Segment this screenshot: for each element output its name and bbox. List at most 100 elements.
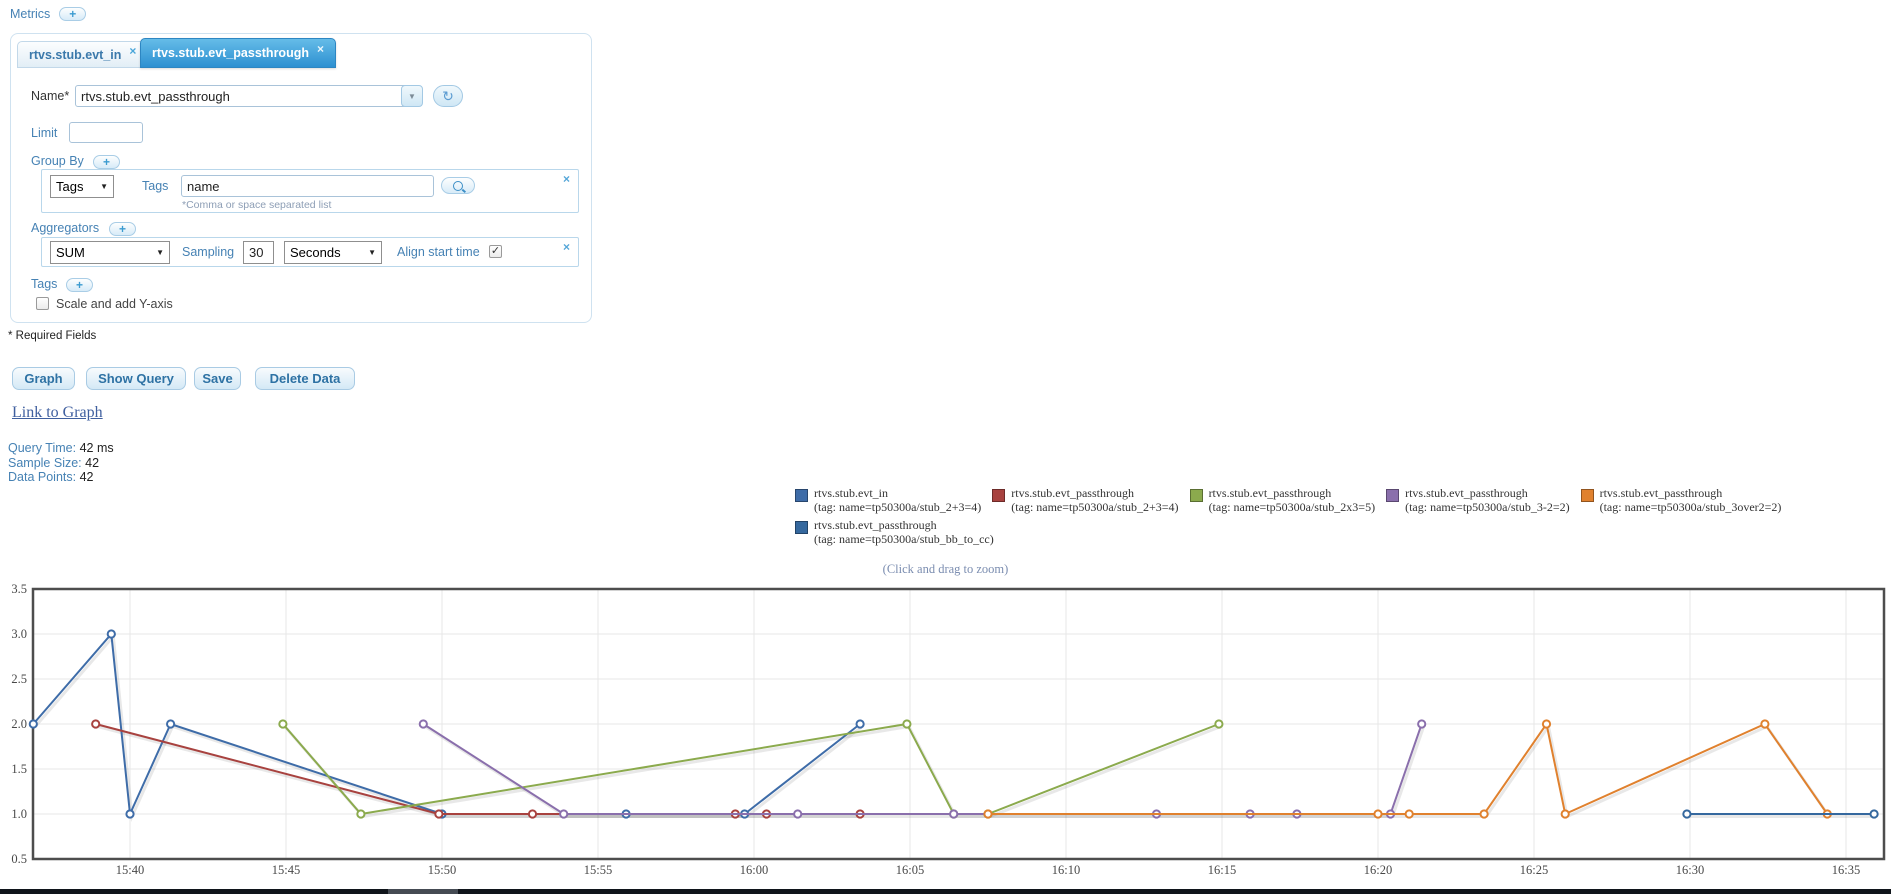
tag-search-button[interactable] (441, 177, 475, 194)
data-points-label: Data Points: (8, 470, 77, 484)
svg-text:3.5: 3.5 (11, 582, 27, 596)
svg-text:15:55: 15:55 (584, 863, 612, 877)
data-points-row: Data Points: 42 (8, 470, 114, 485)
sampling-unit-value: Seconds (290, 245, 341, 260)
sample-size-value: 42 (85, 455, 100, 470)
aggregator-fn-value: SUM (56, 245, 85, 260)
svg-text:15:50: 15:50 (428, 863, 456, 877)
svg-text:16:35: 16:35 (1832, 863, 1860, 877)
remove-aggregator-icon[interactable]: × (563, 241, 570, 253)
legend-swatch (1580, 489, 1594, 502)
group-by-type-value: Tags (56, 179, 84, 194)
svg-text:1.0: 1.0 (11, 807, 27, 821)
svg-text:16:00: 16:00 (740, 863, 768, 877)
sampling-value-input[interactable] (243, 241, 274, 264)
query-stats: Query Time: 42 ms Sample Size: 42 Data P… (8, 441, 114, 485)
query-time-value: 42 ms (79, 441, 114, 455)
legend-item: rtvs.stub.evt_passthrough (tag: name=tp50… (1189, 486, 1376, 514)
limit-label: Limit (31, 126, 58, 140)
metrics-header: Metrics + (10, 7, 87, 21)
svg-text:2.5: 2.5 (11, 672, 27, 686)
link-to-graph[interactable]: Link to Graph (12, 404, 103, 422)
zoom-hint: (Click and drag to zoom) (882, 562, 1009, 576)
group-by-row: Tags ▼ Tags × *Comma or space separated … (41, 169, 579, 213)
remove-group-by-icon[interactable]: × (563, 173, 570, 185)
sampling-label: Sampling (182, 245, 235, 259)
chart[interactable]: 15:40 15:45 15:50 15:55 16:00 16:05 16:10 16:15… (0, 580, 1891, 880)
svg-text:0.5: 0.5 (11, 852, 27, 866)
tab-evt-in[interactable]: rtvs.stub.evt_in × (17, 41, 149, 68)
search-icon (453, 180, 463, 191)
add-aggregator-button[interactable]: + (109, 222, 136, 236)
query-time-row: Query Time: 42 ms (8, 441, 114, 456)
sample-size-label: Sample Size: (8, 455, 82, 470)
tab-evt-passthrough-label: rtvs.stub.evt_passthrough (152, 46, 309, 60)
refresh-metric-button[interactable]: ↻ (433, 85, 463, 107)
sample-size-row: Sample Size: 42 (8, 456, 114, 471)
scale-y-axis-label: Scale and add Y-axis (56, 297, 173, 311)
svg-text:16:05: 16:05 (896, 863, 924, 877)
legend-swatch (795, 489, 808, 502)
legend-item: rtvs.stub.evt_passthrough (tag: name=tp50… (992, 486, 1179, 514)
legend-swatch (992, 489, 1006, 502)
select-arrow-icon: ▼ (100, 182, 108, 191)
group-by-label: Group By (31, 154, 84, 168)
group-by-tags-input[interactable] (181, 175, 434, 197)
show-query-button[interactable]: Show Query (86, 367, 186, 390)
align-start-time-label: Align start time (397, 245, 480, 259)
legend-series-label: rtvs.stub.evt_passthrough (tag: name=tp50… (1208, 486, 1376, 514)
legend-series-label: rtvs.stub.evt_passthrough (tag: name=tp50… (814, 518, 994, 546)
taskbar-edge (0, 889, 1891, 894)
metric-form-card: rtvs.stub.evt_in × rtvs.stub.evt_passthr… (10, 33, 592, 323)
chevron-down-icon: ▼ (408, 91, 416, 101)
delete-data-button[interactable]: Delete Data (255, 367, 355, 390)
metric-name-dropdown-button[interactable]: ▼ (401, 85, 423, 107)
legend-item: rtvs.stub.evt_passthrough (tag: name=tp50… (795, 518, 994, 546)
tab-evt-in-close-icon[interactable]: × (129, 44, 136, 58)
legend-series-label: rtvs.stub.evt_passthrough (tag: name=tp50… (1405, 486, 1570, 514)
legend-row: rtvs.stub.evt_passthrough (tag: name=tp50… (795, 518, 1792, 546)
svg-text:16:20: 16:20 (1364, 863, 1392, 877)
tab-evt-passthrough[interactable]: rtvs.stub.evt_passthrough × (140, 38, 336, 68)
svg-text:15:40: 15:40 (116, 863, 144, 877)
save-button[interactable]: Save (194, 367, 241, 390)
required-fields-note: * Required Fields (8, 330, 97, 342)
group-by-tags-label: Tags (142, 179, 169, 193)
align-start-checkbox[interactable]: ✓ (489, 245, 502, 258)
limit-input[interactable] (69, 122, 143, 143)
add-metric-button[interactable]: + (59, 7, 87, 21)
group-by-type-select[interactable]: Tags ▼ (50, 175, 114, 198)
select-arrow-icon: ▼ (368, 248, 376, 257)
add-tag-button[interactable]: + (66, 278, 93, 292)
graph-button[interactable]: Graph (12, 367, 75, 390)
legend-row: rtvs.stub.evt_in (tag: name=tp50300a/stub… (795, 486, 1792, 514)
svg-text:15:45: 15:45 (272, 863, 300, 877)
svg-text:1.5: 1.5 (11, 762, 27, 776)
taskbar-edge-segment (388, 889, 458, 894)
svg-text:16:15: 16:15 (1208, 863, 1236, 877)
legend: rtvs.stub.evt_in (tag: name=tp50300a/stub… (795, 486, 1792, 550)
metric-name-input[interactable] (75, 85, 407, 107)
tags-section-label: Tags (31, 277, 58, 291)
legend-item: rtvs.stub.evt_passthrough (tag: name=tp50… (1580, 486, 1781, 514)
query-time-label: Query Time: (8, 441, 77, 455)
svg-text:2.0: 2.0 (11, 717, 27, 731)
refresh-icon: ↻ (442, 87, 454, 104)
svg-text:16:25: 16:25 (1520, 863, 1548, 877)
legend-series-label: rtvs.stub.evt_in (tag: name=tp50300a/stub… (814, 486, 982, 514)
legend-swatch (1386, 489, 1400, 502)
tags-hint: *Comma or space separated list (182, 199, 332, 211)
svg-text:16:10: 16:10 (1052, 863, 1080, 877)
aggregator-row: SUM ▼ Sampling Seconds ▼ Align start tim… (41, 237, 579, 267)
aggregator-fn-select[interactable]: SUM ▼ (50, 241, 170, 264)
add-group-by-button[interactable]: + (93, 155, 120, 169)
svg-text:3.0: 3.0 (11, 627, 27, 641)
sampling-unit-select[interactable]: Seconds ▼ (284, 241, 382, 264)
select-arrow-icon: ▼ (156, 248, 164, 257)
svg-text:16:30: 16:30 (1676, 863, 1704, 877)
legend-series-label: rtvs.stub.evt_passthrough (tag: name=tp50… (1011, 486, 1179, 514)
scale-y-axis-checkbox[interactable] (36, 297, 49, 310)
tab-evt-passthrough-close-icon[interactable]: × (317, 42, 324, 56)
legend-item: rtvs.stub.evt_in (tag: name=tp50300a/stub… (795, 486, 981, 514)
aggregators-label: Aggregators (31, 221, 100, 235)
